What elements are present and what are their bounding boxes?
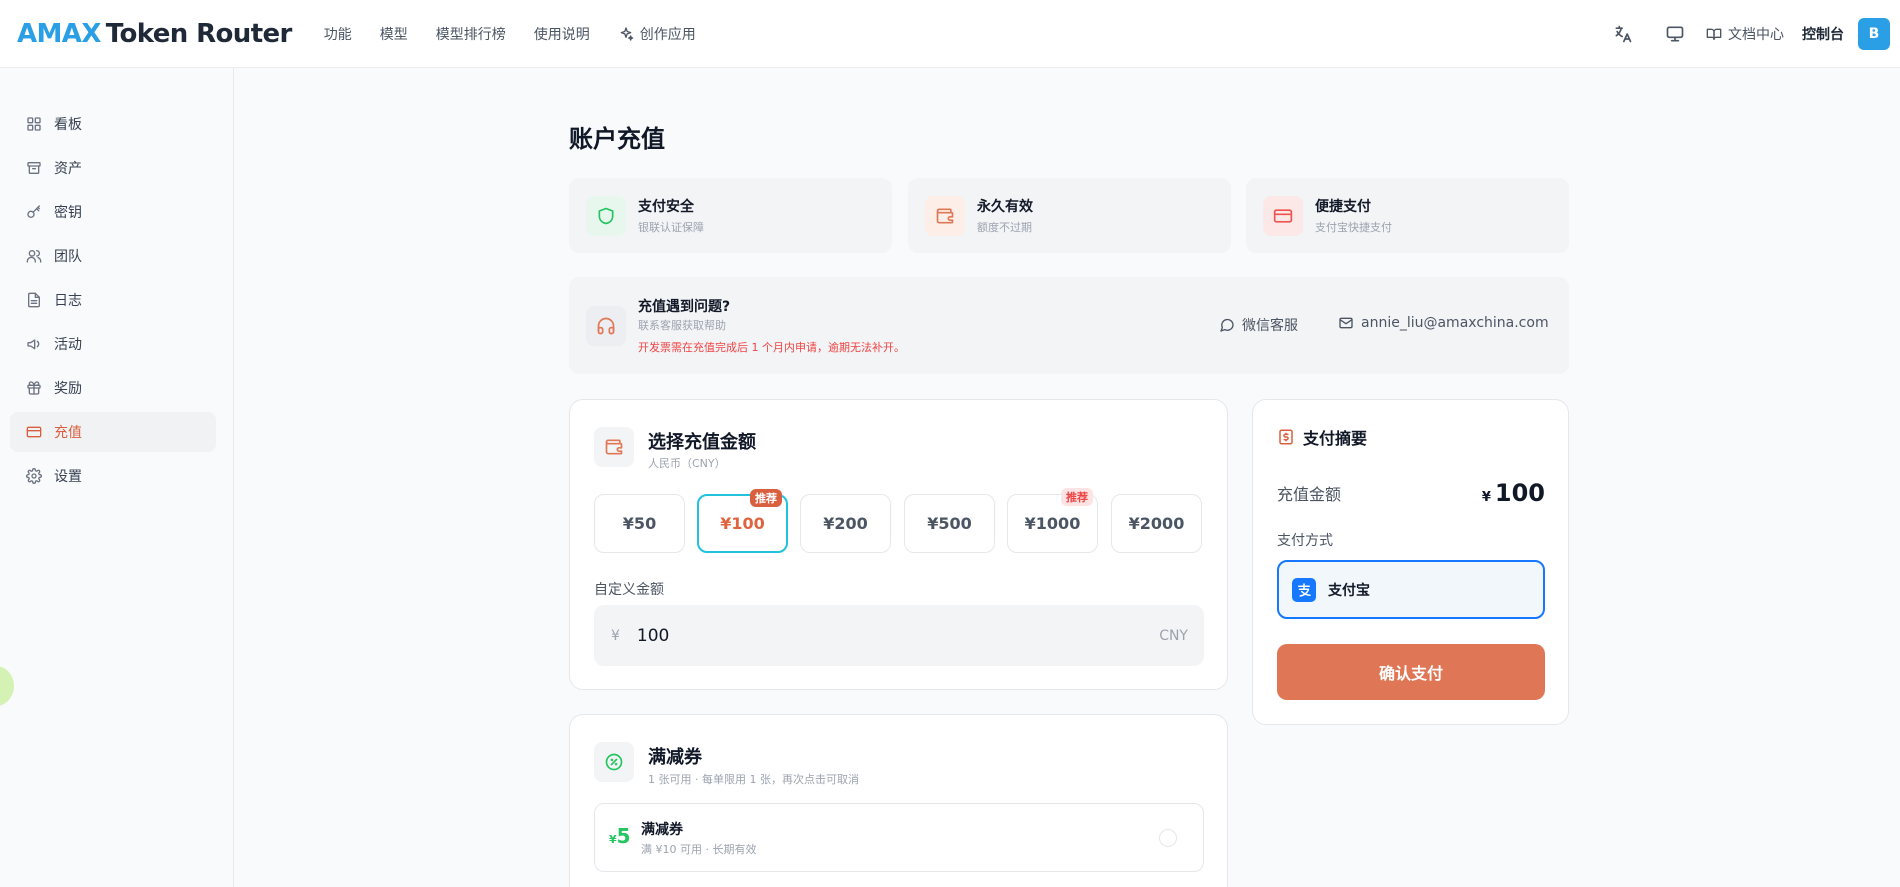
discount-icon (594, 742, 634, 782)
floating-widget[interactable] (0, 666, 14, 706)
custom-amount-input[interactable] (636, 625, 1117, 646)
grid-icon (27, 117, 41, 131)
coupon-item-title: 满减券 (641, 822, 683, 838)
alipay-icon (1292, 577, 1316, 602)
sidebar-item-settings[interactable]: 设置 (10, 456, 216, 496)
feature-card-permanent: 永久有效 额度不过期 (908, 178, 1231, 253)
logo[interactable]: AMAX Token Router (17, 19, 292, 49)
recommended-badge: 推荐 (1061, 488, 1093, 506)
coupon-radio[interactable] (1159, 829, 1177, 847)
invoice-warning: 开发票需在充值完成后 1 个月内申请，逾期无法补开。 (638, 341, 905, 354)
feature-subtitle: 支付宝快捷支付 (1315, 221, 1392, 234)
archive-icon (27, 162, 41, 174)
gift-icon (27, 381, 41, 395)
currency-code: CNY (1159, 627, 1188, 644)
email-support-link[interactable]: annie_liu@amaxchina.com (1338, 315, 1549, 331)
translate-icon[interactable] (1612, 23, 1634, 45)
help-banner: 充值遇到问题? 联系客服获取帮助 开发票需在充值完成后 1 个月内申请，逾期无法… (569, 277, 1569, 374)
sidebar-item-keys[interactable]: 密钥 (10, 192, 216, 232)
feature-title: 便捷支付 (1315, 199, 1371, 215)
users-icon (26, 250, 42, 263)
avatar[interactable]: B (1858, 18, 1890, 50)
top-navbar: AMAX Token Router 功能 模型 模型排行榜 使用说明 创作应用 … (0, 0, 1900, 68)
key-icon (27, 205, 40, 218)
credit-card-icon (26, 426, 42, 438)
confirm-payment-button[interactable]: 确认支付 (1277, 644, 1545, 700)
coupon-title: 满减券 (648, 747, 702, 768)
amount-option-200[interactable]: ¥200 (800, 494, 891, 553)
summary-amount-value: ¥ 100 (1481, 479, 1545, 507)
custom-amount-field[interactable]: ¥ CNY (594, 605, 1204, 666)
sidebar-item-logs[interactable]: 日志 (10, 280, 216, 320)
help-title: 充值遇到问题? (638, 299, 731, 315)
feature-card-quick-pay: 便捷支付 支付宝快捷支付 (1246, 178, 1569, 253)
mail-icon (1339, 317, 1353, 329)
custom-amount-label: 自定义金额 (594, 582, 664, 598)
amount-option-2000[interactable]: ¥2000 (1111, 494, 1202, 553)
sidebar-item-dashboard[interactable]: 看板 (10, 104, 216, 144)
megaphone-icon (27, 339, 40, 350)
top-right-tools: 文档中心 控制台 B (1612, 0, 1900, 68)
recharge-currency-note: 人民币（CNY） (648, 457, 726, 470)
gear-icon (26, 468, 42, 484)
sidebar: 看板 资产 密钥 团队 日志 活动 奖励 充值 设置 (0, 68, 234, 887)
credit-card-icon (1263, 195, 1303, 236)
recommended-badge: 推荐 (750, 489, 782, 507)
currency-symbol: ¥ (611, 627, 620, 644)
summary-title: 支付摘要 (1277, 425, 1367, 449)
feature-card-secure-payment: 支付安全 银联认证保障 (569, 178, 892, 253)
page-title: 账户充值 (569, 125, 665, 153)
sidebar-item-activities[interactable]: 活动 (10, 324, 216, 364)
wechat-support-link[interactable]: 微信客服 (1219, 315, 1298, 335)
recharge-title: 选择充值金额 (648, 432, 756, 453)
wallet-icon (925, 195, 965, 236)
amount-option-500[interactable]: ¥500 (904, 494, 995, 553)
nav-item-guide[interactable]: 使用说明 (534, 24, 590, 44)
monitor-icon[interactable] (1664, 23, 1686, 45)
headphones-icon (586, 306, 626, 346)
coupon-card: 满减券 1 张可用 · 每单限用 1 张，再次点击可取消 ¥ 5 满减券 满 ¥… (569, 714, 1228, 887)
payment-method-alipay[interactable]: 支付宝 (1277, 560, 1545, 619)
amount-option-100[interactable]: ¥100 推荐 (697, 489, 788, 553)
coupon-item[interactable]: ¥ 5 满减券 满 ¥10 可用 · 长期有效 (594, 803, 1204, 872)
amount-option-1000[interactable]: ¥1000 推荐 (1007, 488, 1098, 553)
coupon-value: ¥ 5 (609, 824, 631, 848)
console-link[interactable]: 控制台 (1802, 24, 1844, 44)
shield-icon (586, 195, 626, 236)
sidebar-item-team[interactable]: 团队 (10, 236, 216, 276)
book-open-icon (1706, 28, 1722, 40)
coupon-subtitle: 1 张可用 · 每单限用 1 张，再次点击可取消 (648, 773, 859, 786)
feature-title: 支付安全 (638, 199, 694, 215)
recharge-amount-card: 选择充值金额 人民币（CNY） ¥50 ¥100 推荐 ¥200 ¥500 ¥1… (569, 399, 1228, 690)
summary-amount-row: 充值金额 ¥ 100 (1277, 479, 1545, 507)
chat-icon (1220, 318, 1234, 332)
help-subtitle: 联系客服获取帮助 (638, 319, 726, 332)
main-nav: 功能 模型 模型排行榜 使用说明 创作应用 (324, 24, 724, 44)
nav-item-leaderboard[interactable]: 模型排行榜 (436, 24, 506, 44)
payment-method-label: 支付方式 (1277, 533, 1333, 549)
nav-item-models[interactable]: 模型 (380, 24, 408, 44)
wallet-icon (594, 427, 634, 467)
summary-amount-label: 充值金额 (1277, 485, 1342, 504)
coupon-item-condition: 满 ¥10 可用 · 长期有效 (641, 843, 757, 856)
amount-option-50[interactable]: ¥50 (594, 494, 685, 553)
nav-item-create-app[interactable]: 创作应用 (618, 24, 696, 44)
docs-center-link[interactable]: 文档中心 (1706, 24, 1784, 44)
payment-summary-card: 支付摘要 充值金额 ¥ 100 支付方式 支付宝 确认支付 (1252, 399, 1569, 725)
nav-item-features[interactable]: 功能 (324, 24, 352, 44)
feature-subtitle: 额度不过期 (977, 221, 1032, 234)
feature-subtitle: 银联认证保障 (638, 221, 704, 234)
sidebar-item-recharge[interactable]: 充值 (10, 412, 216, 452)
feature-title: 永久有效 (977, 199, 1033, 215)
dollar-doc-icon (1279, 429, 1293, 445)
file-icon (28, 292, 40, 308)
sparkle-icon (620, 26, 634, 41)
sidebar-item-rewards[interactable]: 奖励 (10, 368, 216, 408)
sidebar-item-assets[interactable]: 资产 (10, 148, 216, 188)
